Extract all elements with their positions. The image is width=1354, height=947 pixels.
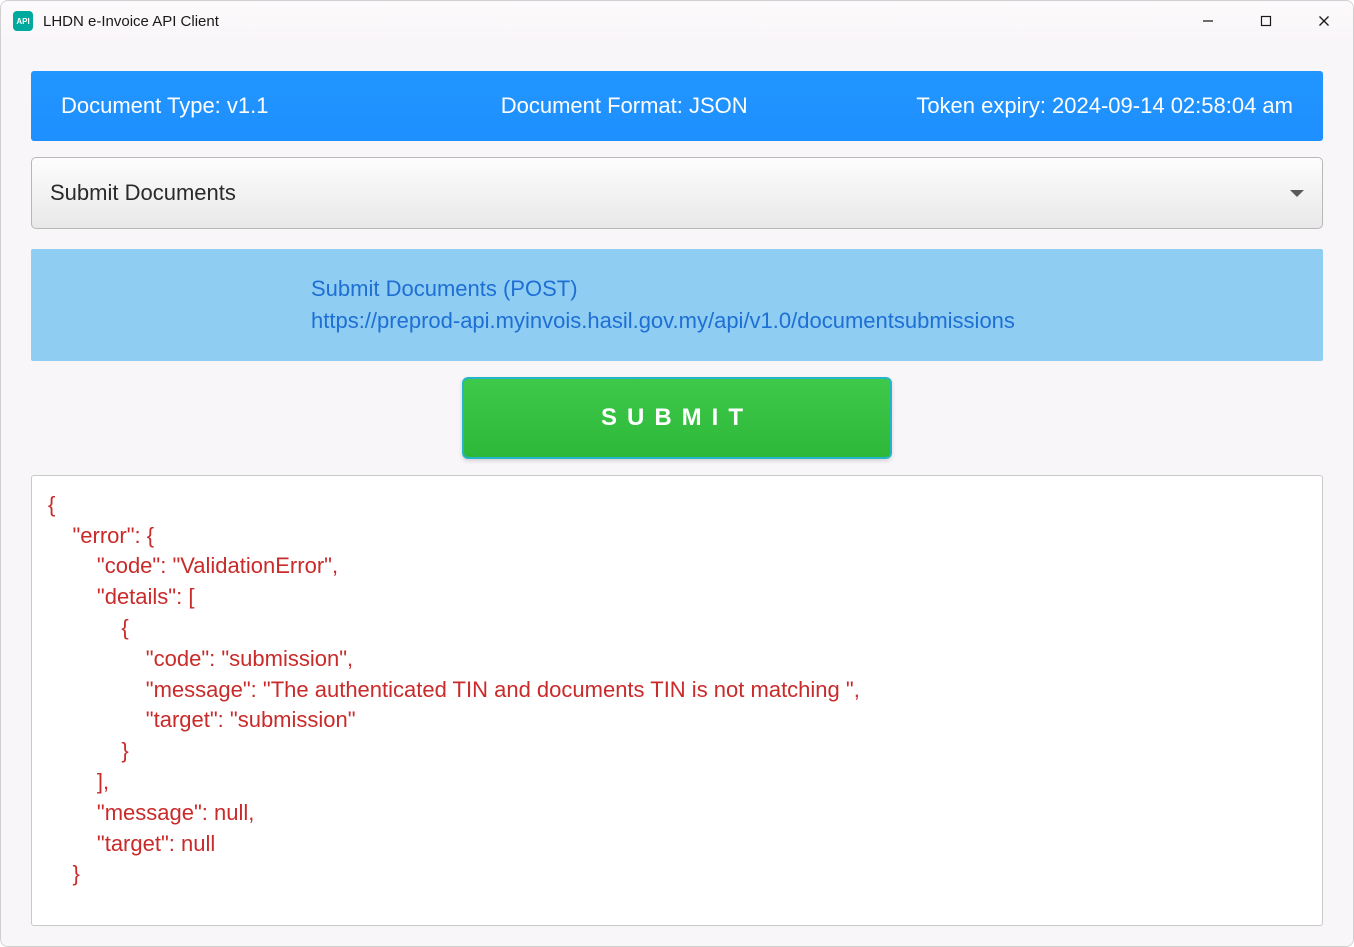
app-icon: API [13,11,33,31]
window-controls [1179,1,1353,41]
submit-button[interactable]: SUBMIT [462,377,892,459]
close-icon [1318,15,1330,27]
dropdown-selected: Submit Documents [50,180,236,206]
maximize-icon [1260,15,1272,27]
titlebar[interactable]: API LHDN e-Invoice API Client [1,1,1353,41]
content-area: Document Type: v1.1 Document Format: JSO… [1,41,1353,946]
chevron-down-icon [1290,190,1304,197]
app-window: API LHDN e-Invoice API Client Document T… [0,0,1354,947]
endpoint-url: https://preprod-api.myinvois.hasil.gov.m… [311,305,1303,337]
response-output[interactable]: { "error": { "code": "ValidationError", … [31,475,1323,926]
window-title: LHDN e-Invoice API Client [43,13,1179,30]
status-bar: Document Type: v1.1 Document Format: JSO… [31,71,1323,141]
action-dropdown[interactable]: Submit Documents [31,157,1323,229]
submit-row: SUBMIT [31,377,1323,459]
minimize-button[interactable] [1179,1,1237,41]
app-icon-text: API [16,17,29,26]
endpoint-info-panel: Submit Documents (POST) https://preprod-… [31,249,1323,361]
submit-button-label: SUBMIT [601,404,753,432]
endpoint-title: Submit Documents (POST) [311,273,1303,305]
status-doc-type: Document Type: v1.1 [61,93,413,119]
close-button[interactable] [1295,1,1353,41]
minimize-icon [1202,15,1214,27]
status-token-expiry: Token expiry: 2024-09-14 02:58:04 am [835,93,1293,119]
status-doc-format: Document Format: JSON [413,93,835,119]
maximize-button[interactable] [1237,1,1295,41]
